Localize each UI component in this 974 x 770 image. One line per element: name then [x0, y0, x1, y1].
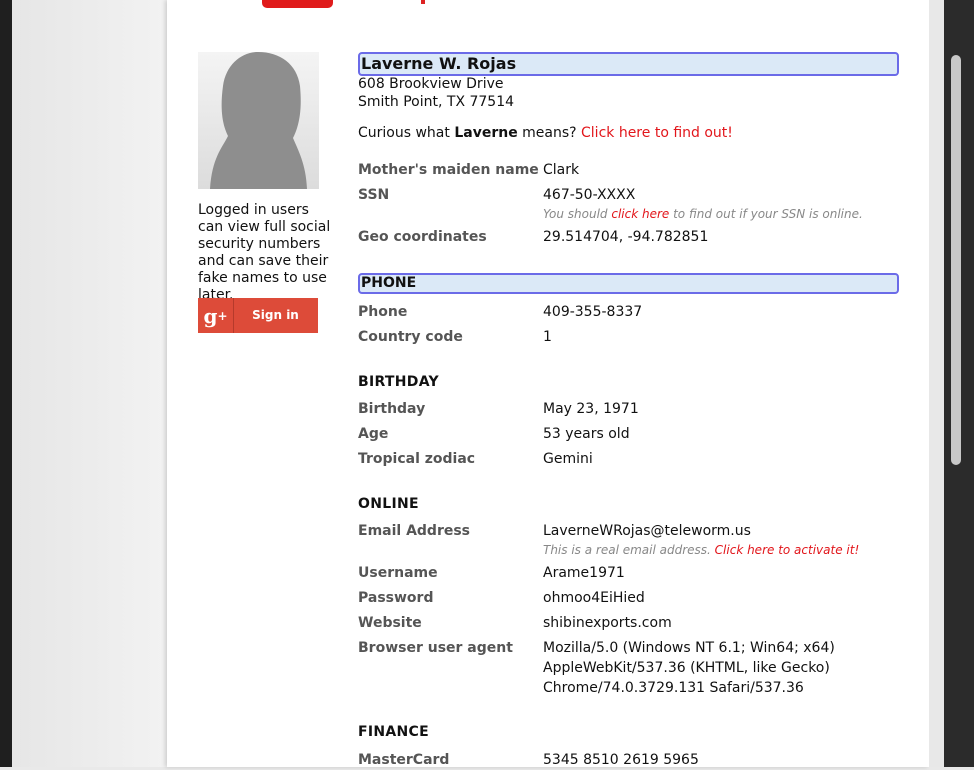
top-cropped-mark — [421, 0, 425, 4]
section-online: ONLINE — [358, 496, 419, 512]
age-label: Age — [358, 426, 389, 442]
name-meaning-link[interactable]: Click here to find out! — [581, 125, 733, 141]
window-edge — [0, 0, 12, 767]
email-activate-link[interactable]: Click here to activate it! — [715, 543, 860, 557]
curious-suffix: means? — [517, 125, 582, 141]
country-code-label: Country code — [358, 329, 463, 345]
ssn-label: SSN — [358, 187, 390, 203]
maiden-name-value: Clark — [543, 162, 580, 178]
mastercard-label: MasterCard — [358, 752, 450, 768]
name-meaning: Curious what Laverne means? Click here t… — [358, 125, 733, 141]
email-note: This is a real email address. Click here… — [543, 543, 859, 557]
user-agent-label: Browser user agent — [358, 640, 513, 656]
address-line2: Smith Point, TX 77514 — [358, 94, 515, 110]
person-name: Laverne W. Rojas — [358, 52, 899, 76]
curious-prefix: Curious what — [358, 125, 455, 141]
phone-value: 409-355-8337 — [543, 304, 643, 320]
user-agent-line1: Mozilla/5.0 (Windows NT 6.1; Win64; x64) — [543, 640, 835, 656]
avatar — [198, 52, 319, 189]
address-line1: 608 Brookview Drive — [358, 76, 504, 92]
password-label: Password — [358, 590, 434, 606]
user-agent-line2: AppleWebKit/537.36 (KHTML, like Gecko) — [543, 660, 830, 676]
maiden-name-label: Mother's maiden name — [358, 162, 539, 178]
zodiac-label: Tropical zodiac — [358, 451, 476, 467]
birthday-label: Birthday — [358, 401, 426, 417]
curious-name: Laverne — [454, 125, 518, 141]
birthday-value: May 23, 1971 — [543, 401, 639, 417]
section-phone: PHONE — [358, 273, 899, 294]
phone-label: Phone — [358, 304, 408, 320]
ssn-note-suffix: to find out if your SSN is online. — [669, 207, 863, 221]
user-agent-line3: Chrome/74.0.3729.131 Safari/537.36 — [543, 680, 804, 696]
ssn-note: You should click here to find out if you… — [543, 207, 863, 221]
email-note-text: This is a real email address. — [543, 543, 715, 557]
age-value: 53 years old — [543, 426, 630, 442]
username-value: Arame1971 — [543, 565, 625, 581]
email-value: LaverneWRojas@teleworm.us — [543, 523, 751, 539]
username-label: Username — [358, 565, 438, 581]
email-label: Email Address — [358, 523, 471, 539]
content-page: Logged in users can view full social sec… — [167, 0, 929, 768]
page-gutter-left — [12, 0, 167, 767]
ssn-note-prefix: You should — [543, 207, 612, 221]
zodiac-value: Gemini — [543, 451, 593, 467]
scrollbar-thumb[interactable] — [951, 55, 961, 465]
website-value: shibinexports.com — [543, 615, 672, 631]
geo-coordinates-link[interactable]: 29.514704, -94.782851 — [543, 227, 708, 247]
geo-label: Geo coordinates — [358, 229, 487, 245]
country-code-value: 1 — [543, 329, 552, 345]
page-gutter-right — [929, 0, 944, 767]
password-value: ohmoo4EiHied — [543, 590, 645, 606]
vertical-scrollbar[interactable] — [944, 0, 974, 767]
ssn-check-link[interactable]: click here — [611, 207, 669, 221]
avatar-silhouette-icon — [210, 52, 307, 189]
signin-label: Sign in — [252, 308, 299, 322]
website-label: Website — [358, 615, 422, 631]
mastercard-value: 5345 8510 2619 5965 — [543, 752, 699, 768]
google-plus-icon: g + — [198, 298, 234, 333]
google-signin-button[interactable]: g + Sign in — [198, 298, 318, 333]
section-birthday: BIRTHDAY — [358, 374, 439, 390]
section-finance: FINANCE — [358, 724, 429, 740]
login-note: Logged in users can view full social sec… — [198, 202, 331, 303]
top-cropped-button[interactable] — [262, 0, 333, 8]
ssn-value: 467-50-XXXX — [543, 187, 636, 203]
